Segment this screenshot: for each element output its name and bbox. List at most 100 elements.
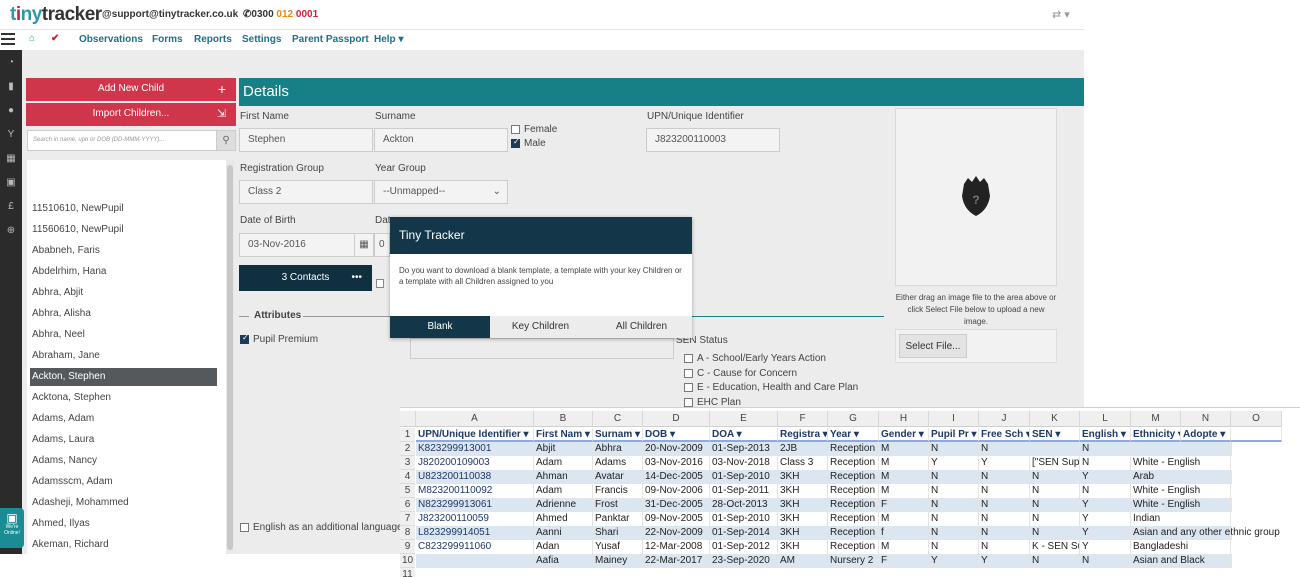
sheet-cell[interactable]: N <box>1030 512 1080 526</box>
nav-reports[interactable]: Reports <box>194 34 232 45</box>
sheet-row-number[interactable]: 4 <box>400 470 415 484</box>
live-chat-widget[interactable]: ▣ We're Online! <box>0 508 24 548</box>
sheet-column-letter[interactable]: B <box>534 411 593 427</box>
sheet-header-cell[interactable]: English ▾ <box>1080 428 1131 442</box>
sheet-cell[interactable]: N <box>1080 554 1131 568</box>
sheet-column-letter[interactable]: O <box>1231 411 1282 427</box>
sheet-cell[interactable]: Mainey <box>593 554 643 568</box>
pupil-premium-checkbox[interactable] <box>240 333 249 344</box>
sheet-cell[interactable]: M <box>879 512 929 526</box>
child-list-item[interactable]: Adams, Nancy <box>30 452 217 470</box>
child-list-item[interactable]: Abhra, Abjit <box>30 284 217 302</box>
sheet-cell[interactable]: 12-Mar-2008 <box>643 540 710 554</box>
sheet-cell[interactable]: M <box>879 484 929 498</box>
sheet-cell[interactable] <box>416 554 534 568</box>
sheet-cell[interactable]: 22-Nov-2009 <box>643 526 710 540</box>
sheet-cell[interactable]: 09-Nov-2006 <box>643 484 710 498</box>
sheet-column-letter[interactable]: D <box>643 411 710 427</box>
sheet-cell[interactable]: J820200109003 <box>416 456 534 470</box>
contacts-button[interactable]: 3 Contacts ••• <box>239 265 372 291</box>
sheet-cell[interactable]: Ahman <box>534 470 593 484</box>
add-new-child-button[interactable]: Add New Child + <box>26 78 236 101</box>
sheet-row-number[interactable]: 1 <box>400 428 415 442</box>
male-checkbox[interactable] <box>511 137 520 148</box>
sheet-header-cell[interactable]: Surnam ▾ <box>593 428 643 442</box>
all-children-template-button[interactable]: All Children <box>591 316 692 338</box>
sheet-row-number[interactable]: 5 <box>400 484 415 498</box>
sheet-cell[interactable]: N <box>979 470 1030 484</box>
book-icon[interactable]: ▮ <box>5 82 17 92</box>
sheet-column-letter[interactable]: G <box>828 411 879 427</box>
sheet-cell[interactable]: AM <box>778 554 828 568</box>
sheet-cell[interactable]: 20-Nov-2009 <box>643 442 710 456</box>
sheet-cell[interactable]: N <box>929 526 979 540</box>
attribute-select[interactable] <box>410 338 674 359</box>
sheet-cell[interactable]: L823299914051 <box>416 526 534 540</box>
sheet-cell[interactable]: Reception <box>828 442 879 456</box>
nav-help[interactable]: Help ▾ <box>374 34 403 45</box>
sheet-cell[interactable]: Abhra <box>593 442 643 456</box>
sheet-cell[interactable]: 03-Nov-2018 <box>710 456 778 470</box>
sheet-column-letter[interactable]: A <box>416 411 534 427</box>
child-list-item[interactable]: Abhra, Alisha <box>30 305 217 323</box>
sheet-cell[interactable]: 23-Sep-2020 <box>710 554 778 568</box>
sheet-column-letter[interactable]: H <box>879 411 929 427</box>
sheet-cell[interactable]: N <box>1030 498 1080 512</box>
sheet-cell[interactable]: Adan <box>534 540 593 554</box>
sheet-cell[interactable]: M823200110092 <box>416 484 534 498</box>
sen-option-c[interactable]: C - Cause for Concern <box>684 368 797 379</box>
sheet-column-letter[interactable]: L <box>1080 411 1131 427</box>
sheet-cell[interactable]: Adam <box>534 484 593 498</box>
child-list-item[interactable]: Ackton, Stephen <box>30 368 217 386</box>
sheet-header-cell[interactable]: Registra ▾ <box>778 428 828 442</box>
nav-parent-passport[interactable]: Parent Passport <box>292 34 369 45</box>
sheet-cell[interactable]: Y <box>1080 540 1131 554</box>
sheet-cell[interactable]: Nursery 2 <box>828 554 879 568</box>
sheet-column-letter[interactable]: M <box>1131 411 1181 427</box>
sheet-cell[interactable]: Y <box>1080 526 1131 540</box>
sheet-cell[interactable]: 28-Oct-2013 <box>710 498 778 512</box>
support-email[interactable]: @support@tinytracker.co.uk <box>102 9 238 20</box>
sheet-cell[interactable]: 01-Sep-2011 <box>710 484 778 498</box>
child-list-item[interactable]: Adams, Laura <box>30 431 217 449</box>
menu-icon[interactable] <box>1 33 17 46</box>
trophy-icon[interactable]: Y <box>5 130 17 140</box>
child-list-item[interactable]: Abdelrhim, Hana <box>30 263 217 281</box>
sheet-row-number[interactable]: 7 <box>400 512 415 526</box>
sheet-cell[interactable]: N <box>979 540 1030 554</box>
child-list-item[interactable]: Ababneh, Faris <box>30 242 217 260</box>
eal-checkbox[interactable] <box>240 522 249 532</box>
sheet-cell[interactable]: 3KH <box>778 540 828 554</box>
sheet-cell[interactable]: Reception <box>828 484 879 498</box>
child-list-item[interactable]: Abhra, Neel <box>30 326 217 344</box>
key-children-template-button[interactable]: Key Children <box>490 316 591 338</box>
sheet-cell[interactable]: 01-Sep-2010 <box>710 470 778 484</box>
sen-option-a[interactable]: A - School/Early Years Action <box>684 353 826 364</box>
sheet-column-letter[interactable]: F <box>778 411 828 427</box>
pound-icon[interactable]: £ <box>5 202 17 212</box>
sheet-corner[interactable] <box>400 411 416 427</box>
sheet-cell[interactable] <box>1181 540 1231 554</box>
sheet-cell[interactable]: 3KH <box>778 470 828 484</box>
sheet-cell[interactable]: N <box>929 484 979 498</box>
sheet-column-letter[interactable]: C <box>593 411 643 427</box>
sheet-cell[interactable]: Yusaf <box>593 540 643 554</box>
sheet-cell[interactable]: K823299913001 <box>416 442 534 456</box>
support-phone[interactable]: ✆0300 012 0001 <box>243 9 318 20</box>
sheet-cell[interactable]: Adrienne <box>534 498 593 512</box>
registration-group-field[interactable]: Class 2 <box>239 180 373 204</box>
sheet-header-cell[interactable]: Ethnicity ▾ <box>1131 428 1181 442</box>
sheet-cell[interactable]: Y <box>979 456 1030 470</box>
sheet-cell[interactable]: 31-Dec-2005 <box>643 498 710 512</box>
sheet-cell[interactable]: N <box>1030 470 1080 484</box>
search-icon[interactable]: ⚲ <box>216 130 236 151</box>
nav-settings[interactable]: Settings <box>242 34 281 45</box>
import-children-button[interactable]: Import Children... ⇲ <box>26 103 236 126</box>
sheet-cell[interactable]: N <box>979 484 1030 498</box>
female-option[interactable]: Female <box>511 124 557 135</box>
sheet-cell[interactable]: 3KH <box>778 484 828 498</box>
sheet-cell[interactable]: N823299913061 <box>416 498 534 512</box>
sheet-cell[interactable]: Y <box>1080 498 1131 512</box>
sheet-cell[interactable]: Y <box>1080 470 1131 484</box>
sheet-cell[interactable]: N <box>979 498 1030 512</box>
